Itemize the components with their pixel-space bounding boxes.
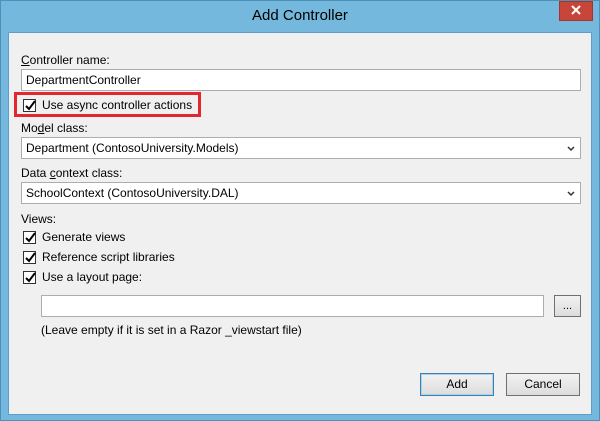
controller-name-input[interactable]: DepartmentController <box>21 69 581 91</box>
layout-path-input[interactable] <box>41 295 544 317</box>
chevron-down-icon <box>566 187 576 197</box>
generate-views-checkbox[interactable] <box>23 230 36 244</box>
model-class-select[interactable]: Department (ContosoUniversity.Models) <box>21 137 581 159</box>
close-button[interactable] <box>559 1 593 21</box>
chevron-down-icon <box>566 142 576 152</box>
title-bar[interactable]: Add Controller <box>1 1 599 33</box>
model-class-value: Department (ContosoUniversity.Models) <box>26 141 239 155</box>
window-title: Add Controller <box>252 7 348 24</box>
dialog-body: Controller name: DepartmentController Us… <box>8 32 592 415</box>
reference-scripts-row[interactable]: Reference script libraries <box>23 249 175 265</box>
data-context-label: Data context class: <box>21 166 123 180</box>
cancel-button[interactable]: Cancel <box>506 373 580 396</box>
async-checkbox-row[interactable]: Use async controller actions <box>23 97 192 113</box>
data-context-select[interactable]: SchoolContext (ContosoUniversity.DAL) <box>21 182 581 204</box>
add-button[interactable]: Add <box>420 373 494 396</box>
generate-views-label: Generate views <box>42 230 126 244</box>
dialog-window: Add Controller Controller name: Departme… <box>0 0 600 421</box>
data-context-value: SchoolContext (ContosoUniversity.DAL) <box>26 186 239 200</box>
close-icon <box>571 4 581 18</box>
layout-page-label: Use a layout page: <box>42 270 143 284</box>
async-checkbox-label: Use async controller actions <box>42 98 193 112</box>
layout-hint: (Leave empty if it is set in a Razor _vi… <box>41 323 302 337</box>
checkmark-icon <box>25 99 36 111</box>
reference-scripts-checkbox[interactable] <box>23 250 36 264</box>
checkmark-icon <box>25 231 36 243</box>
model-class-label: Model class: <box>21 121 88 135</box>
generate-views-row[interactable]: Generate views <box>23 229 125 245</box>
controller-name-label: Controller name: <box>21 53 110 67</box>
views-label: Views: <box>21 212 57 226</box>
reference-scripts-label: Reference script libraries <box>42 250 175 264</box>
async-checkbox[interactable] <box>23 98 36 112</box>
layout-page-checkbox[interactable] <box>23 270 36 284</box>
layout-page-row[interactable]: Use a layout page: <box>23 269 142 285</box>
browse-button[interactable]: ... <box>554 295 581 317</box>
checkmark-icon <box>25 251 36 263</box>
checkmark-icon <box>25 271 36 283</box>
